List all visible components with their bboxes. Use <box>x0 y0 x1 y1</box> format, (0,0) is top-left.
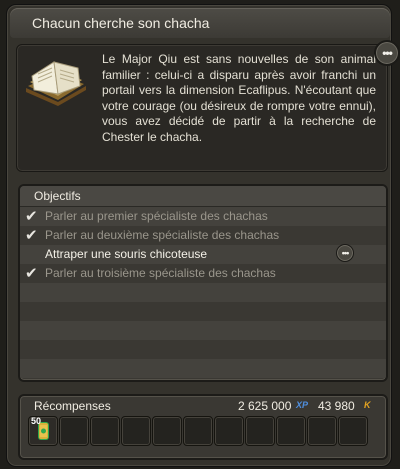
empty-row <box>20 340 386 359</box>
more-dots-icon: ••• <box>382 46 393 60</box>
reward-slot[interactable] <box>338 416 368 446</box>
empty-row <box>20 302 386 321</box>
item-quantity: 50 <box>31 416 42 426</box>
objective-row[interactable]: ✔ Parler au premier spécialiste des chac… <box>20 207 386 226</box>
empty-row <box>20 283 386 302</box>
check-icon: ✔ <box>25 208 38 225</box>
reward-slot[interactable] <box>183 416 213 446</box>
empty-row <box>20 321 386 340</box>
quest-description: Le Major Qiu est sans nouvelles de son a… <box>102 52 376 144</box>
xp-amount: 2 625 000 <box>238 399 292 413</box>
reward-slot[interactable] <box>245 416 275 446</box>
objectives-title: Objectifs <box>34 189 81 203</box>
reward-slot[interactable] <box>121 416 151 446</box>
objective-label: Parler au troisième spécialiste des chac… <box>45 266 276 280</box>
reward-slot[interactable] <box>214 416 244 446</box>
kamas-icon: K <box>364 400 371 410</box>
title-bar: Chacun cherche son chacha <box>10 8 390 38</box>
rewards-title: Récompenses <box>34 399 111 413</box>
reward-slot[interactable] <box>152 416 182 446</box>
reward-slot[interactable] <box>307 416 337 446</box>
check-icon: ✔ <box>25 265 38 282</box>
objective-more-button[interactable]: ••• <box>336 244 354 262</box>
objective-row[interactable]: ✔ Parler au deuxième spécialiste des cha… <box>20 226 386 245</box>
reward-slot[interactable] <box>90 416 120 446</box>
book-icon <box>26 61 86 106</box>
more-dots-icon: ••• <box>341 247 350 258</box>
kamas-amount: 43 980 <box>318 399 355 413</box>
reward-slot[interactable]: 50 <box>28 416 58 446</box>
objective-row[interactable]: ✔ Parler au troisième spécialiste des ch… <box>20 264 386 283</box>
objectives-header: Objectifs <box>20 186 386 207</box>
rewards-box: Récompenses 2 625 000 XP 43 980 K 50 <box>18 394 388 460</box>
objective-label: Attraper une souris chicoteuse <box>45 247 208 261</box>
objectives-box: Objectifs ✔ Parler au premier spécialist… <box>18 184 388 382</box>
more-options-button[interactable]: ••• <box>374 40 400 66</box>
objective-label: Parler au premier spécialiste des chacha… <box>45 209 268 223</box>
quest-title: Chacun cherche son chacha <box>32 15 210 31</box>
check-icon: ✔ <box>25 227 38 244</box>
objective-label: Parler au deuxième spécialiste des chach… <box>45 228 280 242</box>
objective-row[interactable]: Attraper une souris chicoteuse <box>20 245 386 264</box>
reward-slot[interactable] <box>276 416 306 446</box>
empty-row <box>20 359 386 378</box>
reward-slot[interactable] <box>59 416 89 446</box>
xp-icon: XP <box>296 400 309 410</box>
